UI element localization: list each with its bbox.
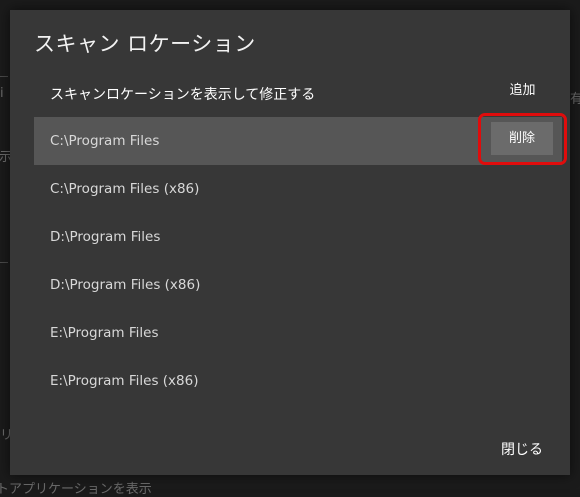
location-path: C:\Program Files: [50, 133, 160, 149]
location-path: E:\Program Files: [50, 325, 159, 341]
location-list: C:\Program Files 削除 C:\Program Files (x8…: [34, 113, 567, 405]
location-path: D:\Program Files: [50, 229, 161, 245]
close-button[interactable]: 閉じる: [496, 436, 548, 464]
background-divider: [0, 262, 8, 263]
location-path: D:\Program Files (x86): [50, 277, 201, 293]
delete-highlight-frame: 削除: [478, 113, 567, 165]
background-text: トアプリケーションを表示: [0, 482, 152, 497]
background-text: i: [0, 86, 4, 101]
location-row[interactable]: E:\Program Files (x86): [34, 357, 562, 405]
delete-location-button[interactable]: 削除: [491, 122, 553, 155]
location-row[interactable]: E:\Program Files: [34, 309, 562, 357]
location-row[interactable]: D:\Program Files (x86): [34, 261, 562, 309]
location-row[interactable]: C:\Program Files (x86): [34, 165, 562, 213]
scan-locations-dialog: スキャン ロケーション スキャンロケーションを表示して修正する 追加 C:\Pr…: [10, 10, 570, 475]
location-path: E:\Program Files (x86): [50, 373, 199, 389]
background-text: 有: [570, 92, 580, 107]
dialog-subheader: スキャンロケーションを表示して修正する: [50, 87, 316, 103]
add-location-button[interactable]: 追加: [500, 78, 545, 104]
background-divider: [0, 76, 8, 77]
location-row[interactable]: C:\Program Files 削除: [34, 113, 567, 165]
location-path: C:\Program Files (x86): [50, 181, 200, 197]
dialog-title: スキャン ロケーション: [34, 32, 256, 56]
location-row[interactable]: D:\Program Files: [34, 213, 562, 261]
